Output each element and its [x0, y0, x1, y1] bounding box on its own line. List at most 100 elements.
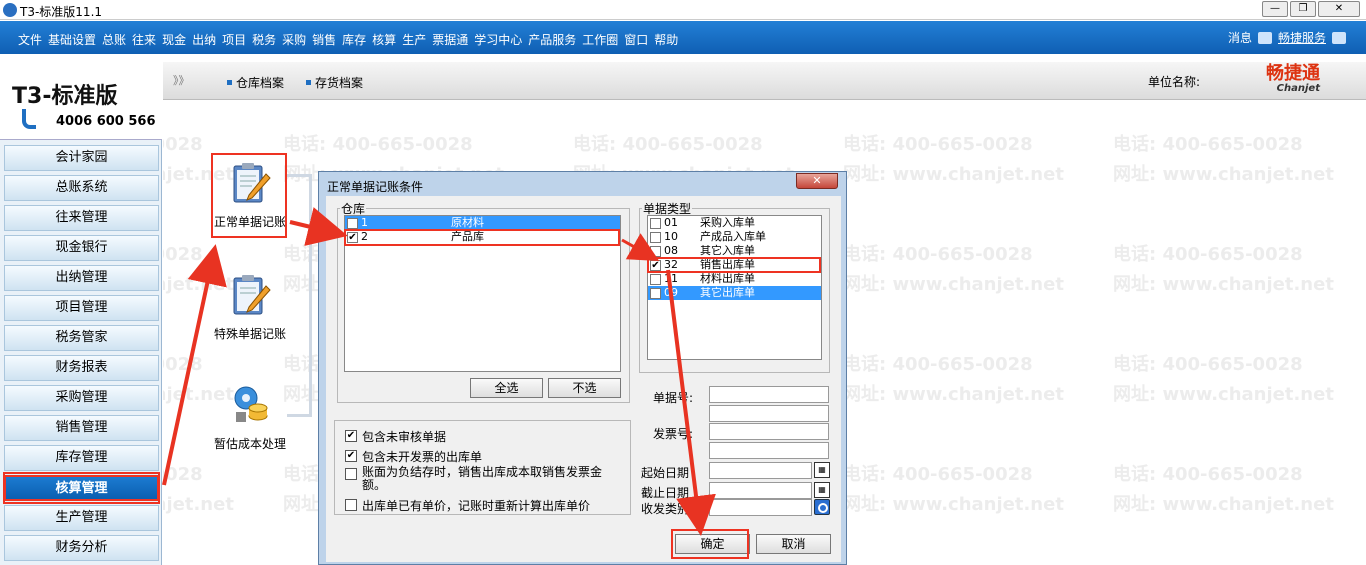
tab-inventory-archive[interactable]: 存货档案	[306, 74, 363, 91]
row-checkbox[interactable]	[650, 231, 661, 243]
option-negative-balance[interactable]: 账面为负结存时，销售出库成本取销售发票金额。	[345, 466, 607, 492]
chanjet-service-link[interactable]: 畅捷服务	[1278, 29, 1326, 46]
sidebar-item[interactable]: 出纳管理	[4, 265, 159, 291]
warehouse-row[interactable]: 1 原材料	[345, 216, 620, 230]
watermark-text: 电话: 400-665-0028	[843, 244, 1033, 265]
option-checkbox[interactable]: ✔	[345, 450, 357, 462]
doctype-name: 材料出库单	[700, 272, 755, 285]
menu-item[interactable]: 税务	[252, 31, 276, 48]
select-all-button[interactable]: 全选	[470, 378, 543, 398]
menu-item[interactable]: 基础设置	[48, 31, 96, 48]
watermark-text: 电话: 400-665-0028	[843, 354, 1033, 375]
minimize-button[interactable]: —	[1262, 1, 1288, 17]
calendar-icon[interactable]: ▦	[814, 462, 830, 478]
watermark-text: 网址: www.chanjet.net	[1113, 494, 1334, 515]
warehouse-row[interactable]: ✔ 2 产品库	[345, 230, 620, 244]
menu-item[interactable]: 库存	[342, 31, 366, 48]
menu-item[interactable]: 核算	[372, 31, 396, 48]
sidebar-item[interactable]: 销售管理	[4, 415, 159, 441]
row-checkbox[interactable]: ✔	[650, 259, 661, 271]
window-title-bar: T3-标准版11.1 — ❐ ✕	[0, 0, 1366, 20]
doctype-name: 销售出库单	[700, 258, 755, 271]
start-date-input[interactable]	[709, 462, 812, 479]
search-icon[interactable]	[814, 499, 830, 515]
sidebar-item[interactable]: 总账系统	[4, 175, 159, 201]
option-checkbox[interactable]	[345, 468, 357, 480]
cancel-button[interactable]: 取消	[756, 534, 831, 554]
menu-item[interactable]: 销售	[312, 31, 336, 48]
sidebar-item[interactable]: 核算管理	[4, 475, 159, 501]
menu-item[interactable]: 生产	[402, 31, 426, 48]
invoice-no-from-input[interactable]	[709, 423, 829, 440]
menu-item[interactable]: 往来	[132, 31, 156, 48]
row-checkbox[interactable]	[650, 287, 661, 299]
menu-item[interactable]: 总账	[102, 31, 126, 48]
sidebar-item[interactable]: 会计家园	[4, 145, 159, 171]
tab-warehouse-archive[interactable]: 仓库档案	[227, 74, 284, 91]
message-icon[interactable]	[1257, 31, 1272, 44]
menu-item[interactable]: 项目	[222, 31, 246, 48]
tab-bullet-icon	[227, 80, 232, 85]
doctype-row[interactable]: 09 其它出库单	[648, 286, 821, 300]
category-input[interactable]	[709, 499, 812, 516]
option-include-unaudited[interactable]: ✔ 包含未审核单据	[345, 428, 446, 445]
option-checkbox[interactable]	[345, 499, 357, 511]
option-include-uninvoiced[interactable]: ✔ 包含未开发票的出库单	[345, 448, 482, 465]
doc-no-from-input[interactable]	[709, 386, 829, 403]
menu-item[interactable]: 帮助	[654, 31, 678, 48]
doctype-row[interactable]: 10 产成品入库单	[648, 230, 821, 244]
deselect-button[interactable]: 不选	[548, 378, 621, 398]
sidebar-item[interactable]: 采购管理	[4, 385, 159, 411]
estimated-cost-processing[interactable]: 暂估成本处理	[209, 382, 291, 452]
row-checkbox[interactable]	[347, 217, 358, 229]
menu-item[interactable]: 产品服务	[528, 31, 576, 48]
row-checkbox[interactable]	[650, 273, 661, 285]
menu-item[interactable]: 窗口	[624, 31, 648, 48]
doctype-row[interactable]: ✔ 32 销售出库单	[648, 258, 821, 272]
row-checkbox[interactable]: ✔	[347, 231, 358, 243]
menu-item[interactable]: 票据通	[432, 31, 468, 48]
screen-icon[interactable]	[1332, 31, 1346, 44]
invoice-no-to-input[interactable]	[709, 442, 829, 459]
menu-item[interactable]: 文件	[18, 31, 42, 48]
sidebar-item[interactable]: 项目管理	[4, 295, 159, 321]
messages-link[interactable]: 消息	[1228, 29, 1252, 46]
option-recalc-price[interactable]: 出库单已有单价，记账时重新计算出库单价	[345, 497, 590, 514]
ok-button[interactable]: 确定	[675, 534, 750, 554]
special-doc-posting[interactable]: 特殊单据记账	[213, 272, 287, 342]
window-title: T3-标准版11.1	[20, 5, 103, 19]
tab-bullet-icon	[306, 80, 311, 85]
tab-scroll-arrows[interactable]: 》》	[173, 72, 190, 88]
clipboard-pen-icon	[233, 275, 271, 315]
close-window-button[interactable]: ✕	[1318, 1, 1360, 17]
option-label: 账面为负结存时，销售出库成本取销售发票金额。	[362, 465, 603, 492]
doc-no-to-input[interactable]	[709, 405, 829, 422]
dialog-title: 正常单据记账条件	[327, 180, 424, 194]
menu-item[interactable]: 出纳	[192, 31, 216, 48]
maximize-button[interactable]: ❐	[1290, 1, 1316, 17]
sidebar-item[interactable]: 往来管理	[4, 205, 159, 231]
sidebar-item[interactable]: 生产管理	[4, 505, 159, 531]
doctype-row[interactable]: 11 材料出库单	[648, 272, 821, 286]
sidebar-item[interactable]: 税务管家	[4, 325, 159, 351]
doctype-name: 采购入库单	[700, 216, 755, 229]
menu-item[interactable]: 工作圈	[582, 31, 618, 48]
menu-item[interactable]: 采购	[282, 31, 306, 48]
option-checkbox[interactable]: ✔	[345, 430, 357, 442]
end-date-input[interactable]	[709, 482, 812, 499]
row-checkbox[interactable]	[650, 217, 661, 229]
sidebar-item[interactable]: 现金银行	[4, 235, 159, 261]
doctype-list[interactable]: 01 采购入库单 10 产成品入库单 08 其它入库单 ✔ 32 销售出库单 11 材料出库单 09 其…	[647, 215, 822, 360]
menu-item[interactable]: 学习中心	[474, 31, 522, 48]
sidebar-item[interactable]: 财务报表	[4, 355, 159, 381]
warehouse-list[interactable]: 1 原材料 ✔ 2 产品库	[344, 215, 621, 372]
doctype-row[interactable]: 01 采购入库单	[648, 216, 821, 230]
function-label: 暂估成本处理	[213, 437, 286, 451]
row-checkbox[interactable]	[650, 245, 661, 257]
calendar-icon[interactable]: ▦	[814, 482, 830, 498]
sidebar-item[interactable]: 库存管理	[4, 445, 159, 471]
dialog-close-button[interactable]: ✕	[796, 173, 838, 189]
menu-item[interactable]: 现金	[162, 31, 186, 48]
sidebar-item[interactable]: 财务分析	[4, 535, 159, 561]
doctype-row[interactable]: 08 其它入库单	[648, 244, 821, 258]
